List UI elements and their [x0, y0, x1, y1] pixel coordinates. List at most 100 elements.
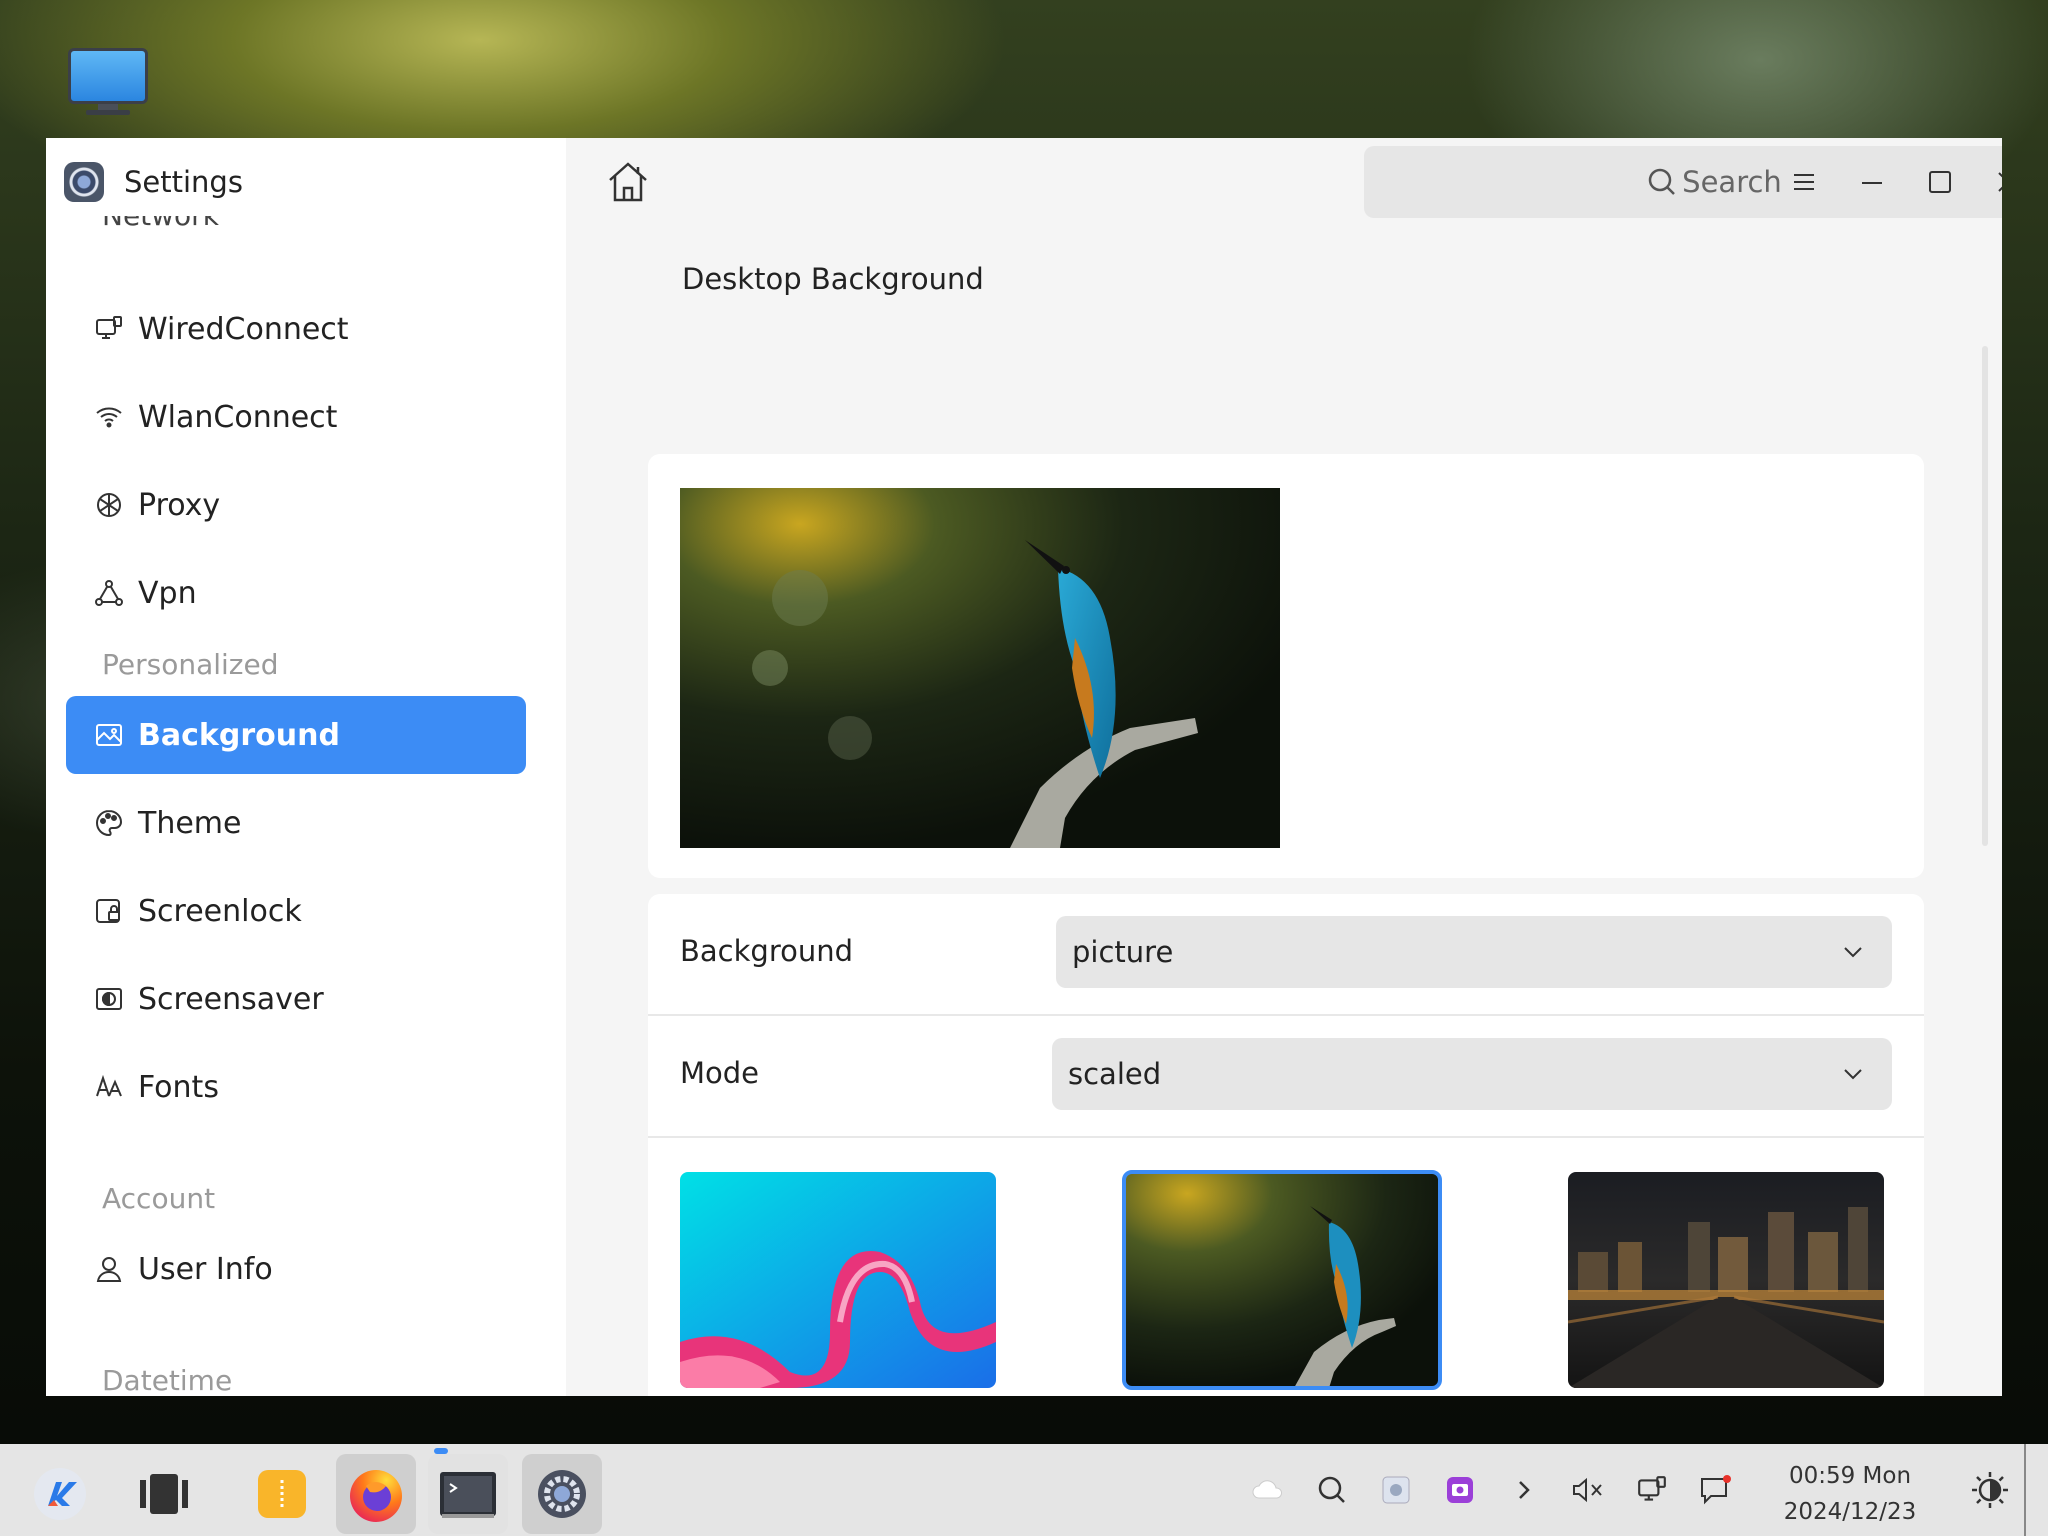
wallpaper-thumbnail-selected[interactable] [1122, 1170, 1442, 1390]
settings-taskbar-button[interactable] [522, 1454, 602, 1534]
sidebar-item-wiredconnect[interactable]: WiredConnect [66, 290, 526, 368]
mode-label: Mode [680, 1056, 760, 1090]
firefox-icon [350, 1470, 402, 1522]
home-icon [609, 162, 647, 202]
night-mode-button[interactable] [1970, 1470, 2010, 1510]
volume-muted-icon [1573, 1477, 1602, 1503]
image-icon [92, 718, 126, 752]
screensaver-icon [92, 982, 126, 1016]
maximize-button[interactable] [1920, 162, 1960, 202]
sidebar-item-proxy[interactable]: Proxy [66, 466, 526, 544]
screenshot-tray-button[interactable] [1376, 1470, 1416, 1510]
sidebar-item-theme[interactable]: Theme [66, 784, 526, 862]
terminal-button[interactable] [428, 1454, 508, 1534]
home-button[interactable] [604, 158, 652, 206]
sidebar-item-label: Fonts [138, 1069, 219, 1105]
wallpaper-thumbnail[interactable] [1568, 1172, 1884, 1388]
close-button[interactable] [1988, 162, 2002, 202]
sidebar-item-label: Vpn [138, 575, 197, 611]
network-tray-button[interactable] [1632, 1470, 1672, 1510]
mode-value: scaled [1068, 1057, 1162, 1091]
archive-icon [258, 1470, 306, 1518]
chevron-right-icon [1519, 1481, 1530, 1499]
wired-network-icon [1638, 1476, 1666, 1501]
close-icon [1998, 172, 2002, 192]
proxy-icon [92, 488, 126, 522]
sidebar-item-label: Screenlock [138, 893, 302, 929]
sidebar-item-vpn[interactable]: Vpn [66, 554, 526, 632]
file-manager-button[interactable] [242, 1454, 322, 1534]
scrollbar[interactable] [1982, 346, 1988, 846]
sidebar-item-label: WlanConnect [138, 399, 338, 435]
mode-select[interactable]: scaled [1052, 1038, 1892, 1110]
sidebar-item-label: Screensaver [138, 981, 324, 1017]
sidebar-cut-item: Network [102, 216, 219, 238]
page-title: Desktop Background [682, 262, 984, 296]
menu-button[interactable] [1784, 162, 1824, 202]
search-input[interactable]: Search [1364, 146, 2002, 218]
sidebar-item-background[interactable]: Background [66, 696, 526, 774]
start-menu-icon [34, 1468, 86, 1520]
screenlock-icon [92, 894, 126, 928]
background-preview [680, 488, 1280, 848]
sidebar-item-label: User Info [138, 1251, 273, 1287]
options-card: Background picture Mode scaled [648, 894, 1924, 1396]
divider [648, 1136, 1924, 1138]
background-type-label: Background [680, 934, 854, 968]
settings-window: Settings Network WiredConnect WlanConnec… [46, 138, 2002, 1396]
notification-icon [1701, 1475, 1731, 1505]
sidebar-item-label: Proxy [138, 487, 221, 523]
mode-row: Mode scaled [648, 1016, 1924, 1136]
background-type-row: Background picture [648, 894, 1924, 1014]
start-menu-button[interactable] [20, 1454, 100, 1534]
section-datetime: Datetime [102, 1364, 233, 1396]
app-title: Settings [124, 165, 243, 199]
camera-tray-button[interactable] [1440, 1470, 1480, 1510]
search-icon [1648, 168, 1676, 195]
expand-tray-button[interactable] [1504, 1470, 1544, 1510]
theme-toggle-icon [1972, 1472, 2008, 1508]
search-icon [1318, 1476, 1345, 1503]
background-type-select[interactable]: picture [1056, 916, 1892, 988]
multitask-view-button[interactable] [124, 1454, 204, 1534]
clock-date: 2024/12/23 [1783, 1499, 1917, 1525]
volume-button[interactable] [1568, 1470, 1608, 1510]
firefox-button[interactable] [336, 1454, 416, 1534]
clock-time: 00:59 Mon [1788, 1463, 1912, 1489]
screenshot-icon [1382, 1476, 1410, 1504]
vpn-icon [92, 576, 126, 610]
sidebar-item-label: WiredConnect [138, 311, 349, 347]
computer-desktop-icon[interactable] [64, 46, 152, 118]
show-desktop-divider[interactable] [2024, 1444, 2026, 1536]
multitask-icon [140, 1474, 188, 1514]
search-placeholder: Search [1682, 165, 1782, 199]
background-type-value: picture [1072, 935, 1174, 969]
sidebar-item-screenlock[interactable]: Screenlock [66, 872, 526, 950]
preview-card [648, 454, 1924, 878]
wired-network-icon [92, 312, 126, 346]
palette-icon [92, 806, 126, 840]
clock[interactable]: 00:59 Mon 2024/12/23 [1770, 1458, 1930, 1530]
background-settings-panel: Desktop Background Background picture Mo… [566, 226, 2002, 1396]
minimize-icon [1862, 182, 1882, 184]
minimize-button[interactable] [1852, 162, 1892, 202]
settings-app-icon [64, 162, 104, 202]
sidebar: Settings Network WiredConnect WlanConnec… [46, 138, 566, 1396]
wifi-icon [92, 400, 126, 434]
wallpaper-thumbnail[interactable] [680, 1172, 996, 1388]
app-header: Settings [64, 160, 243, 204]
sidebar-item-user-info[interactable]: User Info [66, 1230, 526, 1308]
search-tray-button[interactable] [1312, 1470, 1352, 1510]
chevron-down-icon [1844, 1069, 1862, 1080]
notification-button[interactable] [1696, 1470, 1736, 1510]
sidebar-item-label: Theme [138, 805, 242, 841]
sidebar-item-label: Background [138, 717, 340, 753]
sidebar-item-screensaver[interactable]: Screensaver [66, 960, 526, 1038]
sidebar-item-wlanconnect[interactable]: WlanConnect [66, 378, 526, 456]
hamburger-icon [1794, 174, 1814, 190]
cloud-icon[interactable] [1248, 1470, 1288, 1510]
sidebar-item-fonts[interactable]: Fonts [66, 1048, 526, 1126]
terminal-icon [440, 1472, 496, 1518]
maximize-icon [1929, 171, 1951, 193]
section-personalized: Personalized [102, 648, 279, 681]
